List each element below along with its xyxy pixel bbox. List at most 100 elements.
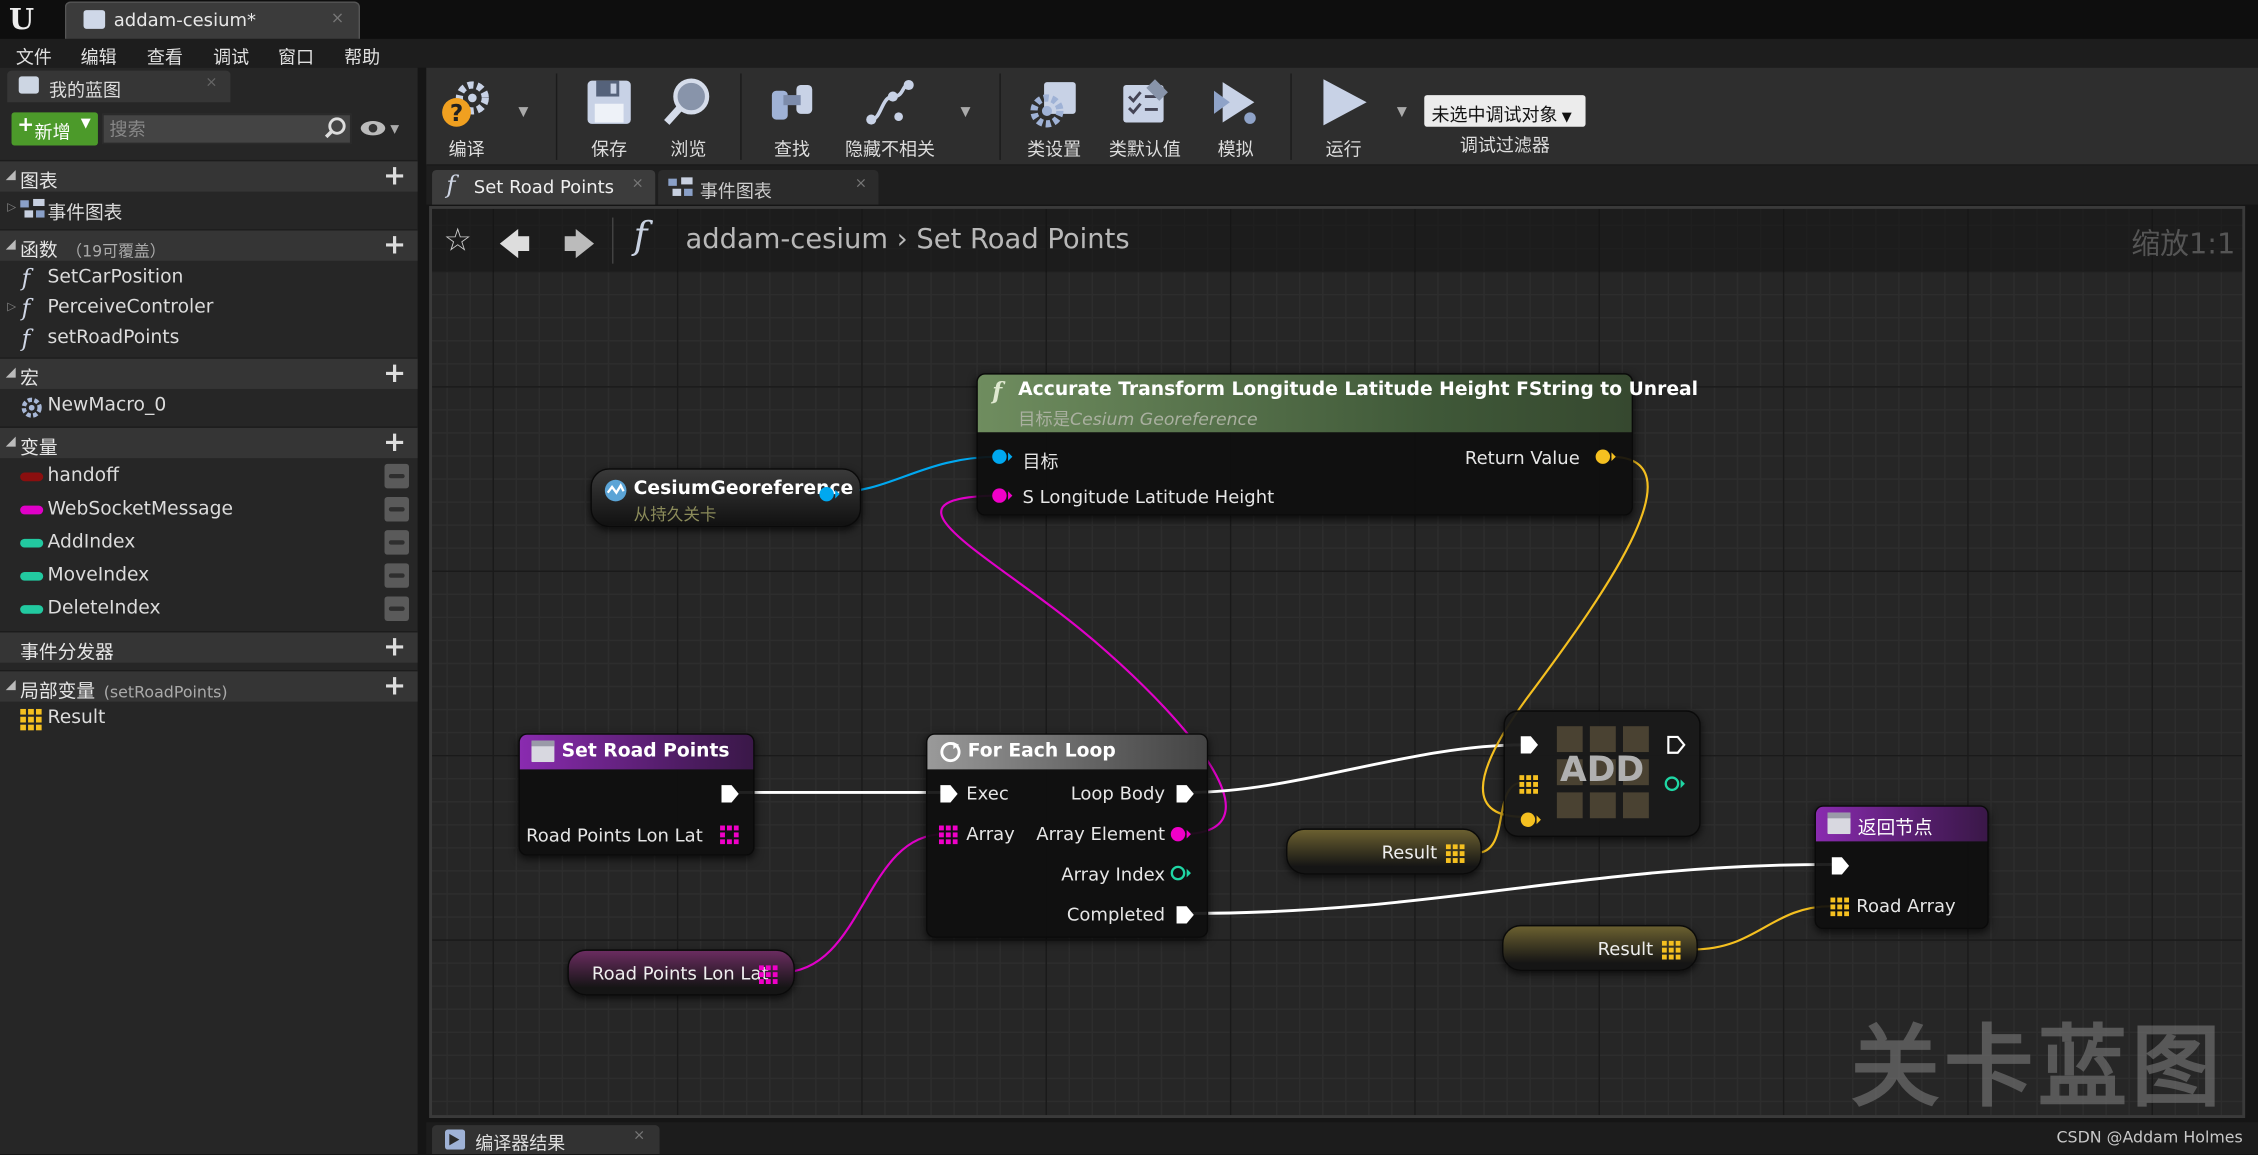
array-pin-icon[interactable] xyxy=(720,825,739,845)
exec-in-pin-icon[interactable] xyxy=(1519,735,1539,755)
class-defaults-button[interactable]: 类默认值 xyxy=(1097,68,1192,166)
vector-pin-icon[interactable] xyxy=(1519,811,1542,828)
integer-pin-icon[interactable] xyxy=(1169,864,1192,881)
variable-item-websocketmessage[interactable]: WebSocketMessage xyxy=(0,496,418,526)
section-graphs[interactable]: ◢ 图表 + xyxy=(0,159,418,193)
debug-object-select[interactable]: 未选中调试对象 ▼ xyxy=(1424,95,1586,127)
object-pin-icon[interactable] xyxy=(818,486,841,503)
accurate-transform-node[interactable]: f Accurate Transform Longitude Latitude … xyxy=(976,373,1698,516)
array-pin-icon[interactable] xyxy=(1661,940,1681,960)
string-pin-icon[interactable] xyxy=(1169,826,1192,843)
for-each-loop-node[interactable]: For Each Loop Exec Array Loop Body Array… xyxy=(925,733,1209,938)
add-local-variable-button[interactable]: + xyxy=(383,671,406,700)
array-pin-icon[interactable] xyxy=(938,825,958,845)
local-variable-item-result[interactable]: Result xyxy=(0,705,418,735)
search-icon[interactable] xyxy=(324,117,347,140)
exec-in-pin-icon[interactable] xyxy=(939,784,959,804)
visibility-toggle-icon[interactable] xyxy=(384,530,409,555)
unreal-logo-icon[interactable]: U xyxy=(4,1,39,36)
view-options-arrow-icon[interactable]: ▼ xyxy=(390,122,399,135)
section-event-dispatchers[interactable]: 事件分发器 + xyxy=(0,631,418,664)
macro-item-newmacro[interactable]: NewMacro_0 xyxy=(0,392,418,422)
run-button[interactable]: 运行 xyxy=(1302,68,1386,166)
string-pin-icon[interactable] xyxy=(991,487,1014,504)
variable-item-addindex[interactable]: AddIndex xyxy=(0,529,418,559)
array-pin-icon[interactable] xyxy=(1445,844,1465,863)
variable-item-handoff[interactable]: handoff xyxy=(0,462,418,492)
visibility-toggle-icon[interactable] xyxy=(384,596,409,621)
result-getter-node[interactable]: Result xyxy=(1286,828,1482,875)
close-icon[interactable]: × xyxy=(331,9,344,28)
visibility-toggle-icon[interactable] xyxy=(384,563,409,588)
collapse-arrow-icon[interactable]: ◢ xyxy=(6,679,16,693)
exec-out-pin-icon[interactable] xyxy=(720,784,740,804)
add-new-button[interactable]: + 新增 ▼ xyxy=(11,112,98,146)
run-options-arrow-icon[interactable]: ▼ xyxy=(1397,105,1407,119)
array-pin-icon[interactable] xyxy=(1519,775,1539,794)
hide-unrelated-options-arrow-icon[interactable]: ▼ xyxy=(961,105,971,119)
exec-out-pin-icon[interactable] xyxy=(1666,735,1686,755)
save-button[interactable]: 保存 xyxy=(570,68,648,166)
menu-view[interactable]: 查看 xyxy=(147,42,183,69)
expand-arrow-icon[interactable]: ▷ xyxy=(7,300,16,313)
array-pin-icon[interactable] xyxy=(758,965,778,984)
compile-button[interactable]: ? 编译 xyxy=(429,68,504,166)
exec-out-pin-icon[interactable] xyxy=(1175,784,1195,804)
exec-out-pin-icon[interactable] xyxy=(1175,905,1195,925)
function-item-perceivecontroler[interactable]: ▷ f PerceiveControler xyxy=(0,294,418,324)
document-tab[interactable]: addam-cesium* × xyxy=(64,1,361,39)
add-dispatcher-button[interactable]: + xyxy=(383,632,406,661)
search-input[interactable] xyxy=(102,113,352,145)
tab-set-road-points[interactable]: f Set Road Points × xyxy=(432,170,656,205)
function-item-setroadpoints[interactable]: f setRoadPoints xyxy=(0,324,418,354)
collapse-arrow-icon[interactable]: ◢ xyxy=(6,435,16,449)
array-pin-icon[interactable] xyxy=(1830,897,1850,917)
add-graph-button[interactable]: + xyxy=(383,161,406,190)
class-settings-button[interactable]: 类设置 xyxy=(1011,68,1097,166)
expand-arrow-icon[interactable]: ▷ xyxy=(7,200,16,213)
add-function-button[interactable]: + xyxy=(383,231,406,260)
visibility-toggle-icon[interactable] xyxy=(384,463,409,489)
blueprint-graph-canvas[interactable]: ☆ 🡄 🡆 f addam-cesium › Set Road Points 缩… xyxy=(429,206,2246,1118)
object-pin-icon[interactable] xyxy=(991,448,1014,465)
menu-window[interactable]: 窗口 xyxy=(278,42,314,69)
exec-in-pin-icon[interactable] xyxy=(1830,856,1850,876)
add-macro-button[interactable]: + xyxy=(383,359,406,388)
integer-pin-icon[interactable] xyxy=(1663,775,1686,792)
road-points-getter-node[interactable]: Road Points Lon Lat xyxy=(567,949,795,996)
collapse-arrow-icon[interactable]: ◢ xyxy=(6,366,16,380)
section-macros[interactable]: ◢ 宏 + xyxy=(0,357,418,390)
section-local-variables[interactable]: ◢ 局部变量 (setRoadPoints) + xyxy=(0,669,418,703)
section-variables[interactable]: ◢ 变量 + xyxy=(0,426,418,460)
variable-item-moveindex[interactable]: MoveIndex xyxy=(0,562,418,592)
add-variable-button[interactable]: + xyxy=(383,428,406,457)
menu-debug[interactable]: 调试 xyxy=(213,42,249,69)
simulate-button[interactable]: 模拟 xyxy=(1195,68,1276,166)
graph-item-event-graph[interactable]: ▷ 事件图表 xyxy=(0,194,418,225)
close-icon[interactable]: × xyxy=(205,75,217,91)
set-road-points-entry-node[interactable]: Set Road Points Road Points Lon Lat xyxy=(518,733,755,856)
array-add-node[interactable]: ADD xyxy=(1503,710,1701,838)
collapse-arrow-icon[interactable]: ◢ xyxy=(6,169,16,183)
menu-help[interactable]: 帮助 xyxy=(344,42,380,69)
function-item-setcarposition[interactable]: f SetCarPosition xyxy=(0,264,418,294)
eye-icon[interactable] xyxy=(360,120,386,137)
compiler-results-tab[interactable]: 编译器结果 × xyxy=(432,1125,660,1155)
close-icon[interactable]: × xyxy=(633,1128,645,1144)
close-icon[interactable]: × xyxy=(855,176,867,192)
close-icon[interactable]: × xyxy=(632,176,644,192)
visibility-toggle-icon[interactable] xyxy=(384,497,409,522)
find-button[interactable]: 查找 xyxy=(752,68,833,166)
variable-item-deleteindex[interactable]: DeleteIndex xyxy=(0,595,418,625)
compile-options-arrow-icon[interactable]: ▼ xyxy=(518,105,528,119)
hide-unrelated-button[interactable]: 隐藏不相关 xyxy=(832,68,947,166)
return-node[interactable]: 返回节点 Road Array xyxy=(1814,805,1989,930)
cesium-georeference-node[interactable]: CesiumGeoreference 从持久关卡 xyxy=(590,468,862,528)
collapse-arrow-icon[interactable]: ◢ xyxy=(6,238,16,252)
result-getter-node[interactable]: Result xyxy=(1502,924,1698,972)
my-blueprint-tab[interactable]: 我的蓝图 × xyxy=(7,70,231,103)
vector-pin-icon[interactable] xyxy=(1594,448,1617,465)
browse-button[interactable]: 浏览 xyxy=(648,68,729,166)
section-functions[interactable]: ◢ 函数 （19可覆盖） + xyxy=(0,229,418,262)
menu-edit[interactable]: 编辑 xyxy=(81,42,117,69)
